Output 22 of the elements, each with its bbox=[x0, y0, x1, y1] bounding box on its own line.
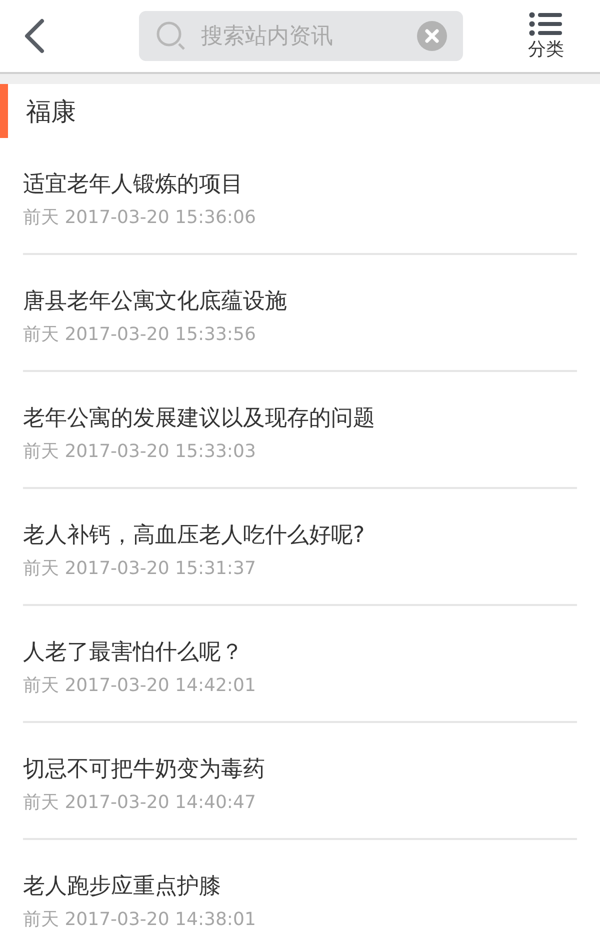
search-icon bbox=[155, 20, 187, 52]
back-icon[interactable] bbox=[22, 18, 46, 54]
article-title[interactable]: 人老了最害怕什么呢？ bbox=[23, 638, 577, 668]
search-field[interactable]: 搜索站内资讯 bbox=[201, 24, 403, 48]
section-title: 福康 bbox=[26, 96, 76, 128]
article-title[interactable]: 老人跑步应重点护膝 bbox=[23, 872, 577, 902]
article-time: 前天 2017-03-20 15:36:06 bbox=[23, 206, 257, 230]
article-title[interactable]: 老年公寓的发展建议以及现存的问题 bbox=[23, 404, 577, 434]
article-time: 前天 2017-03-20 14:42:01 bbox=[23, 674, 257, 698]
article-time: 前天 2017-03-20 15:33:03 bbox=[23, 440, 257, 464]
accent-bar bbox=[0, 84, 8, 138]
article-time: 前天 2017-03-20 15:33:56 bbox=[23, 323, 257, 347]
article-title[interactable]: 老人补钙，高血压老人吃什么好呢? bbox=[23, 521, 577, 551]
article-title[interactable]: 唐县老年公寓文化底蕴设施 bbox=[23, 287, 577, 317]
article-time: 前天 2017-03-20 15:31:37 bbox=[23, 557, 257, 581]
article-time: 前天 2017-03-20 14:38:01 bbox=[23, 908, 257, 932]
search-bar[interactable]: 搜索站内资讯 bbox=[139, 11, 463, 61]
menu-icon[interactable] bbox=[529, 12, 563, 36]
article-time: 前天 2017-03-20 14:40:47 bbox=[23, 791, 257, 815]
article-title[interactable]: 适宜老年人锻炼的项目 bbox=[23, 170, 577, 200]
article-title[interactable]: 切忌不可把牛奶变为毒药 bbox=[23, 755, 577, 785]
category-label[interactable]: 分类 bbox=[528, 40, 564, 60]
